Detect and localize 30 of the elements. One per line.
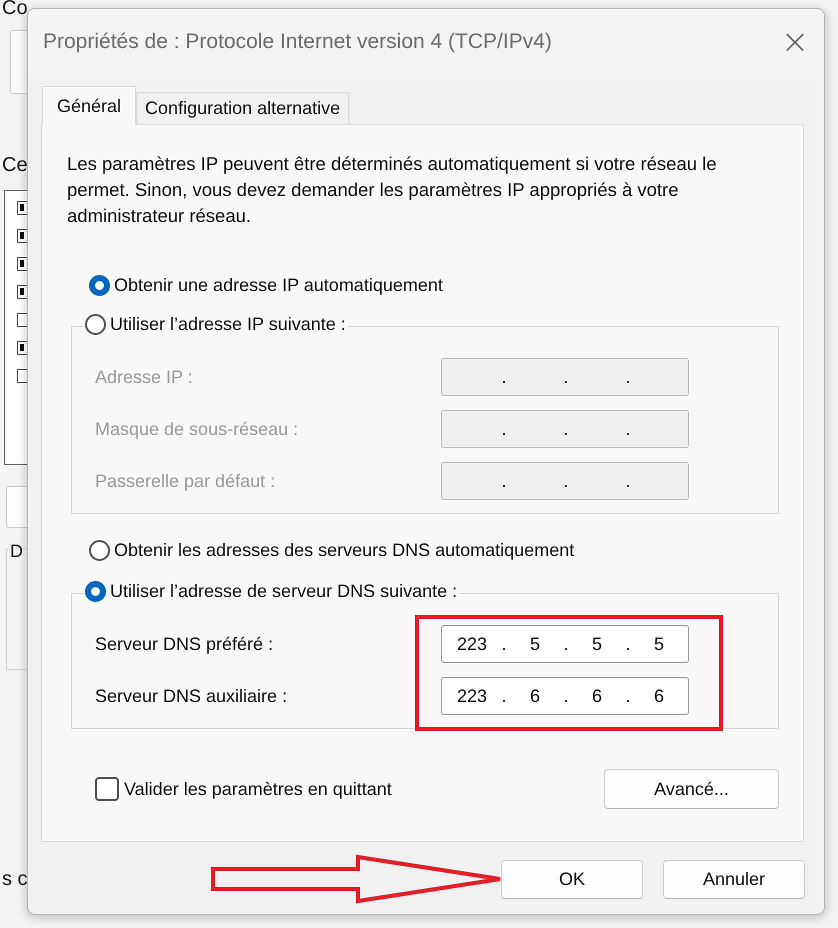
intro-text: Les paramètres IP peuvent être déterminés automatiquement si votre réseau le permet. Sinon, vous devez demander les paramètres IP appropriés à votre administrateur réseau. (67, 152, 718, 228)
window-title: Propriétés de : Protocole Internet version 4 (TCP/IPv4) (43, 30, 552, 54)
checkbox[interactable] (17, 341, 28, 355)
close-button[interactable]: × (780, 25, 810, 59)
advanced-button[interactable]: Avancé... (604, 769, 779, 809)
field-label: Masque de sous-réseau : (95, 418, 298, 440)
field-label: Passerelle par défaut : (95, 470, 276, 492)
validate-checkbox[interactable]: Valider les paramètres en quittant (95, 777, 392, 801)
checkbox[interactable] (17, 229, 28, 243)
footer-text: s c (2, 868, 28, 891)
field-label: Serveur DNS préféré : (95, 634, 274, 654)
field-label: Adresse IP : (95, 366, 193, 388)
checkbox[interactable] (17, 369, 28, 383)
tab[interactable]: Configuration alternative (136, 92, 350, 124)
section-label: Ce (2, 154, 28, 177)
checkbox[interactable] (17, 201, 28, 215)
ip-address-field[interactable]: 223 . 6 . 6 . 6 (441, 677, 689, 715)
checkbox[interactable] (17, 285, 28, 299)
checkbox[interactable] (17, 313, 28, 327)
radio-option[interactable]: Utiliser l’adresse IP suivante : (85, 314, 348, 335)
dialog-button[interactable]: Annuler (663, 860, 805, 899)
radio-option[interactable]: Obtenir les adresses des serveurs DNS automatiquement (89, 540, 576, 561)
radio-option[interactable]: Obtenir une adresse IP automatiquement (89, 275, 445, 296)
radio-option[interactable]: Utiliser l’adresse de serveur DNS suivante : (85, 581, 460, 602)
dialog-button[interactable]: OK (501, 860, 643, 899)
section-label: Co (2, 0, 28, 20)
tab[interactable]: Général (42, 86, 136, 125)
field-label: Serveur DNS auxiliaire : (95, 686, 288, 706)
checkbox[interactable] (17, 257, 28, 271)
ip-address-field[interactable]: 223 . 5 . 5 . 5 (441, 625, 689, 663)
